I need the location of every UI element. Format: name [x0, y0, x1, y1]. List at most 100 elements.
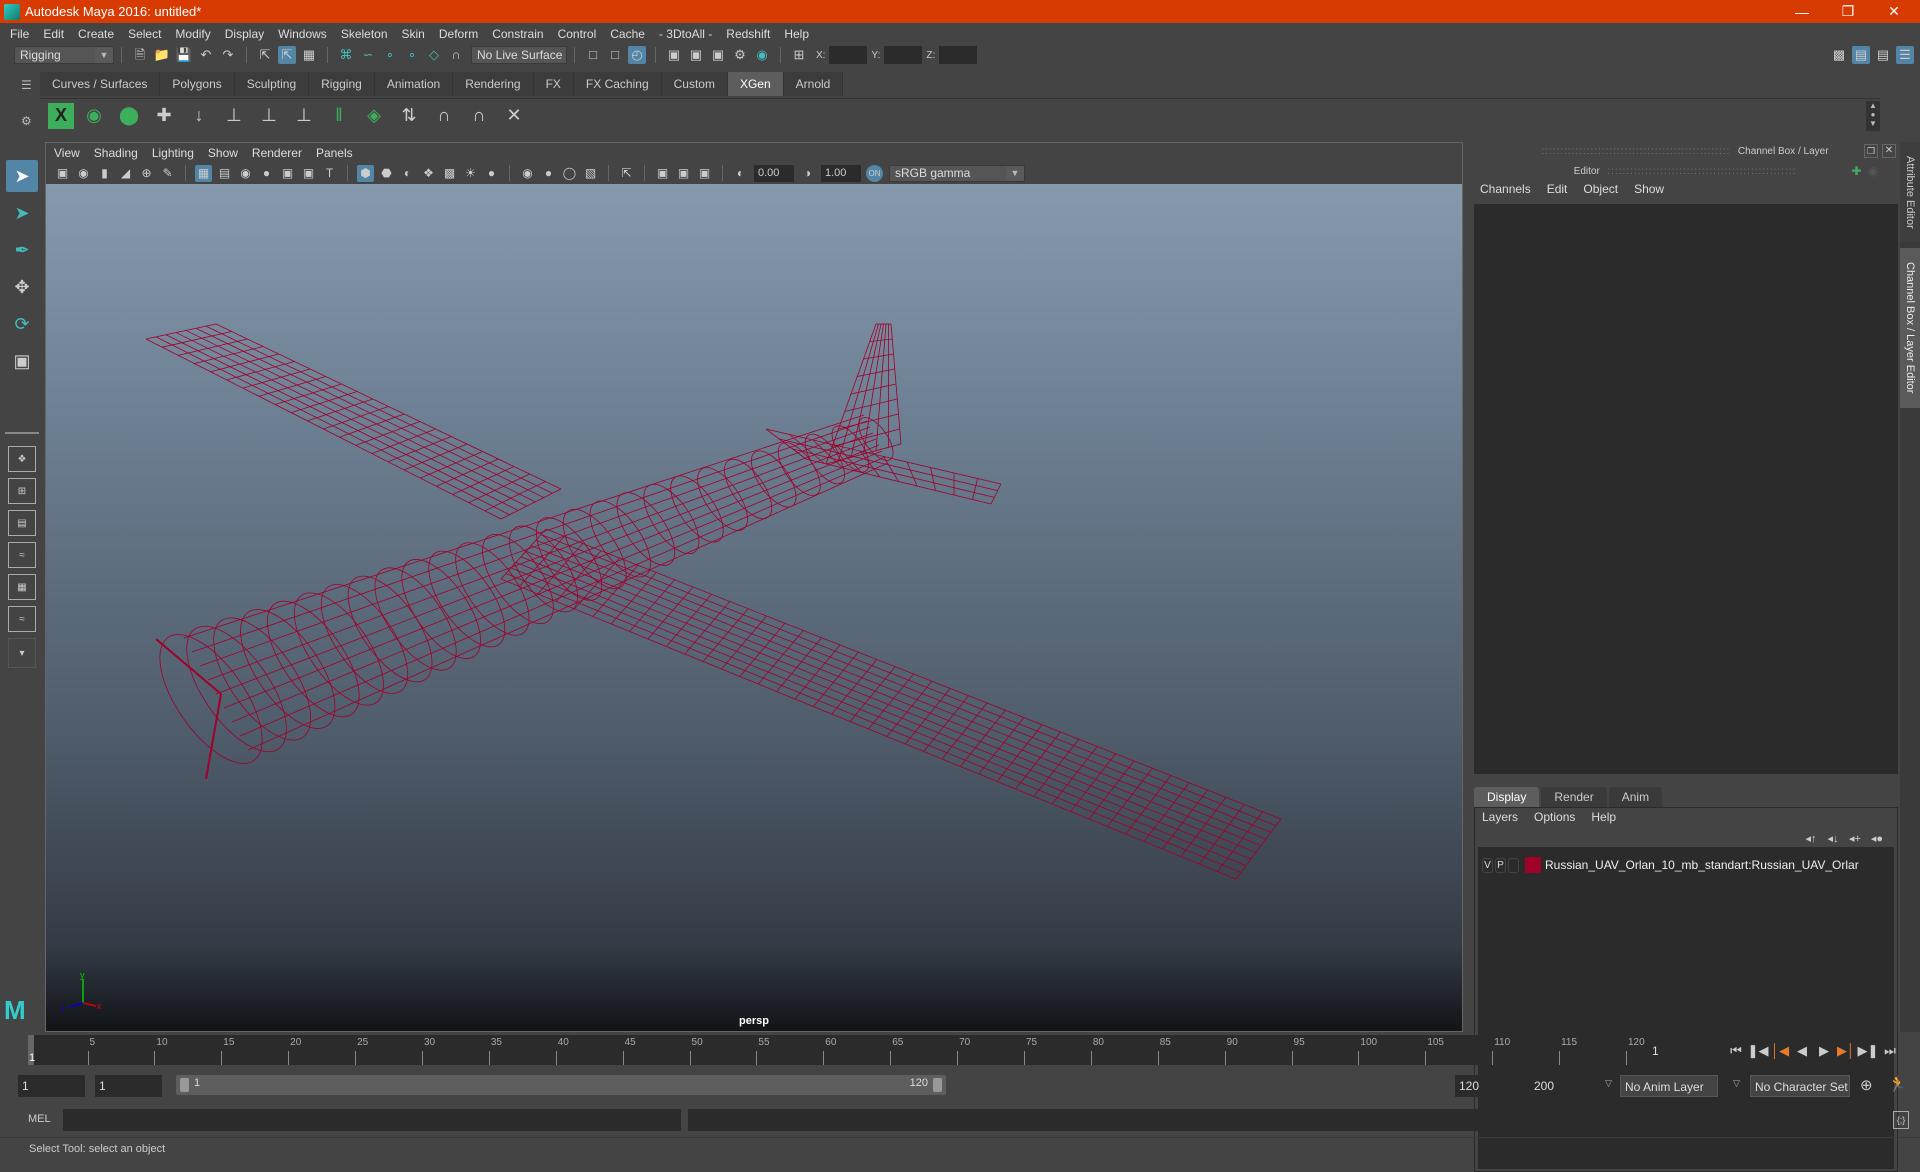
exposure-field[interactable]: 0.00	[754, 164, 794, 182]
redo-icon[interactable]: ↷	[219, 46, 237, 64]
range-start-handle[interactable]	[180, 1078, 189, 1092]
xgen-preview-icon[interactable]: ◉	[79, 101, 109, 131]
panel-menu-panels[interactable]: Panels	[316, 146, 353, 160]
menu-skin[interactable]: Skin	[402, 27, 425, 41]
menuset-dropdown[interactable]: Rigging ▼	[14, 46, 114, 64]
render-current-icon[interactable]: ▣	[687, 46, 705, 64]
new-scene-icon[interactable]: 🗎	[131, 46, 149, 64]
menu-help[interactable]: Help	[784, 27, 809, 41]
save-scene-icon[interactable]: 💾	[175, 46, 193, 64]
scene-end-field[interactable]: 200	[1530, 1075, 1598, 1097]
x-coordinate-field[interactable]	[829, 46, 868, 64]
close-button[interactable]: ✕	[1874, 0, 1914, 23]
shelf-tab-curves-surfaces[interactable]: Curves / Surfaces	[40, 72, 161, 96]
z-coordinate-field[interactable]	[939, 46, 978, 64]
outliner-persp-layout-button[interactable]: ▤	[8, 510, 36, 536]
scroll-down-icon[interactable]: ▼	[1869, 119, 1877, 128]
scale-tool-button[interactable]: ▣	[6, 345, 38, 377]
resolution-gate-icon[interactable]: ◉	[237, 165, 254, 182]
step-forward-frame-button[interactable]: ▶❚	[1857, 1043, 1879, 1059]
paint-select-tool-button[interactable]: ✒	[6, 234, 38, 266]
playback-start-field[interactable]: 1	[95, 1075, 162, 1097]
persp-outliner-graph-layout-button[interactable]: ≈	[8, 606, 36, 632]
render-settings-icon[interactable]: ⚙	[731, 46, 749, 64]
shelf-tab-arnold[interactable]: Arnold	[783, 72, 844, 96]
scroll-up-icon[interactable]: ▲	[1869, 101, 1877, 110]
grid-icon[interactable]: ▦	[195, 164, 212, 182]
output-ops-icon[interactable]: □	[606, 46, 624, 64]
isolate-select-icon[interactable]: ⇱	[618, 165, 635, 182]
layer-row[interactable]: V P Russian_UAV_Orlan_10_mb_standart:Rus…	[1478, 854, 1894, 876]
persp-graph-layout-button[interactable]: ≈	[8, 542, 36, 568]
menu-windows[interactable]: Windows	[278, 27, 327, 41]
attribute-editor-toggle-icon[interactable]: ▤	[1852, 46, 1870, 64]
xgen-create-description-icon[interactable]: ✚	[149, 101, 179, 131]
more-layouts-button[interactable]: ▾	[8, 638, 36, 668]
grease-pencil-icon[interactable]: ✎	[159, 165, 176, 182]
shelf-settings-icon[interactable]: ⚙	[21, 114, 32, 128]
step-back-key-button[interactable]: │◀	[1769, 1043, 1791, 1059]
shelf-tab-sculpting[interactable]: Sculpting	[234, 72, 310, 96]
select-object-icon[interactable]: ⇱	[278, 46, 296, 64]
two-d-pan-zoom-icon[interactable]: ⊕	[138, 165, 155, 182]
move-layer-down-icon[interactable]: ◂↓	[1822, 832, 1844, 845]
layer-color-swatch[interactable]	[1525, 857, 1541, 873]
cb-menu-channels[interactable]: Channels	[1480, 182, 1531, 196]
film-gate-icon[interactable]: ▤	[216, 165, 233, 182]
menu-constrain[interactable]: Constrain	[492, 27, 543, 41]
motion-blur-icon[interactable]: ●	[540, 165, 557, 182]
safe-title-icon[interactable]: T	[321, 165, 338, 182]
screen-space-ao-icon[interactable]: ◉	[519, 165, 536, 182]
preferences-icon[interactable]: 🏃	[1888, 1075, 1907, 1093]
textured-icon[interactable]: ▩	[441, 165, 458, 182]
play-forwards-button[interactable]: ▶	[1813, 1043, 1835, 1059]
shelf-tab-rigging[interactable]: Rigging	[309, 72, 375, 96]
go-to-start-button[interactable]: ⏮	[1725, 1043, 1747, 1059]
scene-start-field[interactable]: 1	[18, 1075, 85, 1097]
layer-tab-render[interactable]: Render	[1541, 787, 1607, 807]
hyper-icon[interactable]: ∕	[1884, 164, 1886, 178]
four-pane-layout-button[interactable]: ⊞	[8, 478, 36, 504]
shelf-menu-icon[interactable]: ☰	[21, 78, 32, 92]
xray-active-icon[interactable]: ▣	[675, 165, 692, 182]
backface-culling-icon[interactable]: ▣	[696, 165, 713, 182]
gate-mask-icon[interactable]: ●	[258, 165, 275, 182]
cb-menu-show[interactable]: Show	[1634, 182, 1664, 196]
cb-menu-edit[interactable]: Edit	[1547, 182, 1568, 196]
script-editor-icon[interactable]: {;}	[1893, 1111, 1909, 1129]
xgen-select-guides-icon[interactable]: ∩	[429, 101, 459, 131]
move-layer-up-icon[interactable]: ◂↑	[1800, 832, 1822, 845]
menu-skeleton[interactable]: Skeleton	[341, 27, 388, 41]
anim-layer-dropdown-icon[interactable]: ▽	[1605, 1078, 1612, 1089]
xgen-guide-sculpt-icon[interactable]: ‖	[324, 101, 354, 131]
layer-playback-toggle[interactable]: P	[1495, 857, 1506, 873]
float-panel-icon[interactable]: ❐	[1864, 144, 1878, 158]
anti-aliasing-icon[interactable]: ◯	[561, 165, 578, 182]
move-tool-button[interactable]: ✥	[6, 271, 38, 303]
snap-live-icon[interactable]: ∩	[447, 46, 465, 64]
manipulator-axis-icon[interactable]: ✚	[1851, 164, 1861, 178]
shelf-tab-fx-caching[interactable]: FX Caching	[573, 72, 662, 96]
transform-mode-icon[interactable]: ⊞	[790, 46, 808, 64]
menu-create[interactable]: Create	[78, 27, 114, 41]
minimize-button[interactable]: —	[1782, 0, 1822, 23]
modeling-toolkit-icon[interactable]: ▩	[1830, 46, 1848, 64]
single-pane-layout-button[interactable]: ❖	[8, 446, 36, 472]
xgen-place-guides-icon[interactable]: ↓	[184, 101, 214, 131]
wireframe-on-shaded-icon[interactable]: ◐	[399, 165, 416, 182]
safe-action-icon[interactable]: ▣	[300, 165, 317, 182]
snap-surface-icon[interactable]: ◇	[425, 46, 443, 64]
scroll-thumb[interactable]: ●	[1871, 110, 1876, 119]
character-set-dropdown-icon[interactable]: ▽	[1733, 1078, 1740, 1089]
shelf-scrollbar[interactable]: ▲ ● ▼	[1866, 101, 1880, 131]
shelf-tab-polygons[interactable]: Polygons	[160, 72, 235, 96]
shelf-tab-animation[interactable]: Animation	[374, 72, 454, 96]
open-scene-icon[interactable]: 📁	[153, 46, 171, 64]
range-end-handle[interactable]	[933, 1078, 942, 1092]
create-empty-layer-icon[interactable]: ◂+	[1844, 832, 1866, 845]
viewport-3d[interactable]: y x z persp	[46, 184, 1462, 1031]
xray-joints-icon[interactable]: ▣	[654, 165, 671, 182]
use-all-lights-icon[interactable]: ☀	[462, 165, 479, 182]
step-forward-key-button[interactable]: ▶│	[1835, 1043, 1857, 1059]
construction-history-icon[interactable]: ◴	[628, 46, 646, 64]
